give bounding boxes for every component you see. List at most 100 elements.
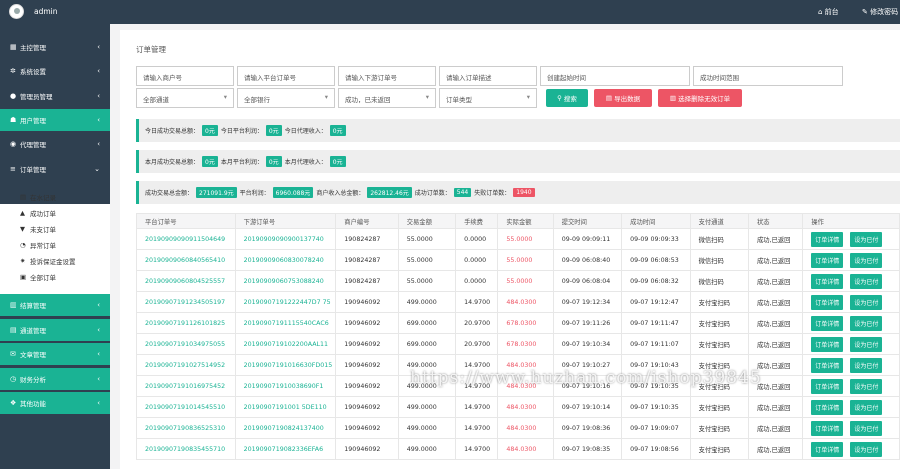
stat-value: 0元 [202,125,218,136]
sidebar-item-other[interactable]: ❖ 其他功能 ‹ [0,392,110,414]
submenu-item-abnormal[interactable]: ◔ 异常订单 [20,238,56,252]
mark-paid-button[interactable]: 设为已付 [850,231,883,247]
sidebar-item-agents[interactable]: ◉ 代理管理 ‹ [0,133,110,155]
table-row: 20190909060840565410 20190909060830078240… [136,249,900,271]
export-button[interactable]: ▤ 导出数据 [594,89,652,107]
submenu-item-deposit[interactable]: ✷ 投诉保证金设置 [20,254,76,268]
order-detail-button[interactable]: 订单详情 [811,399,844,415]
submenu-item-success[interactable]: ▲ 成功订单 [20,206,56,220]
avatar[interactable] [9,4,24,19]
sidebar-item-users[interactable]: ☗ 用户管理 ‹ [0,109,110,131]
table-cell[interactable]: 20190907191001 5DE110 [234,396,337,418]
table-cell[interactable]: 20190907191234505197 [136,291,236,313]
sidebar-item-settings[interactable]: ✲ 系统设置 ‹ [0,60,110,82]
table-row: 20190907191234505197 20190907191222447D7 … [136,291,900,313]
table-cell[interactable]: 20190907190836525310 [136,417,236,439]
mark-paid-button[interactable]: 设为已付 [850,420,883,436]
success-time-input[interactable]: 成功时间范围 [693,66,843,86]
sidebar-item-channels[interactable]: ▤ 通道管理 ‹ [0,319,110,341]
table-cell[interactable]: 2019090719082336EFA6 [234,438,337,460]
table-cell[interactable]: 20190907191027514952 [136,354,236,376]
stat-value: 0元 [265,125,282,136]
merchant-id-input[interactable]: 请输入商户号 [136,66,234,86]
sidebar-item-finance[interactable]: ◷ 财务分析 ‹ [0,368,110,390]
order-detail-button[interactable]: 订单详情 [811,231,844,247]
mark-paid-button[interactable]: 设为已付 [850,336,883,352]
order-detail-button[interactable]: 订单详情 [811,420,844,436]
table-cell[interactable]: 20190907191115540CAC6 [234,312,337,334]
create-time-input[interactable]: 创建起始时间 [540,66,690,86]
table-cell[interactable]: 20190907191014545510 [136,396,236,418]
delete-invalid-button[interactable]: ▥ 选择删除无效订单 [658,89,742,107]
sidebar-item-settlement[interactable]: ▥ 结算管理 ‹ [0,294,110,316]
mark-paid-button[interactable]: 设为已付 [850,399,883,415]
order-type-select[interactable]: 订单类型 [439,88,537,108]
table-cell[interactable]: 20190907190835455710 [136,438,236,460]
sidebar-item-admins[interactable]: ● 管理员管理 ‹ [0,85,110,107]
table-cell: 678.0300 [497,312,554,334]
stat-label: 成功订单数： [414,190,451,197]
chevron-icon: ‹ [97,399,100,407]
mark-paid-button[interactable]: 设为已付 [850,315,883,331]
table-cell: 支付宝扫码 [689,291,749,313]
order-detail-button[interactable]: 订单详情 [811,252,844,268]
table-cell[interactable]: 20190907191222447D7 75 [234,291,337,313]
article-icon: ✉ [10,350,16,358]
table-cell[interactable]: 20190907190824137400 [234,417,337,439]
table-cell[interactable]: 20190907191126101825 [136,312,236,334]
table-cell: 09-09 09:09:33 [621,228,691,250]
table-cell[interactable]: 201909071910038690F1 [234,375,337,397]
table-cell: 55.0000 [497,228,554,250]
mark-paid-button[interactable]: 设为已付 [850,252,883,268]
submenu-item-records[interactable]: ▤ 在水记录 [20,190,56,204]
table-row: 20190907191014545510 20190907191001 5DE11… [136,396,900,418]
submenu-label: 异常订单 [30,242,56,250]
mark-paid-button[interactable]: 设为已付 [850,294,883,310]
downstream-order-input[interactable]: 请输入下游订单号 [338,66,436,86]
table-cell: 09-09 09:09:11 [552,228,623,250]
order-detail-button[interactable]: 订单详情 [811,357,844,373]
status-select[interactable]: 成功，已未返回 [338,88,436,108]
sidebar-item-dashboard[interactable]: ▦ 主控管理 ‹ [0,36,110,58]
submenu-item-all[interactable]: ▣ 全部订单 [20,270,56,284]
table-cell[interactable]: 20190909090900137740 [234,228,337,250]
table-cell: 484.0300 [497,438,554,460]
table-cell[interactable]: 2019090719102200AAL11 [234,333,337,355]
table-cell: 14.9700 [455,396,499,418]
stat-label: 今日代理收入： [284,128,327,135]
table-cell: 190946092 [335,333,399,355]
doc-icon: ▥ [10,301,17,309]
order-detail-button[interactable]: 订单详情 [811,336,844,352]
submenu-label: 在水记录 [30,194,56,202]
table-cell[interactable]: 20190907191016975452 [136,375,236,397]
table-cell[interactable]: 20190909060830078240 [234,249,337,271]
sidebar-item-articles[interactable]: ✉ 文章管理 ‹ [0,343,110,365]
order-desc-input[interactable]: 请输入订单描述 [439,66,537,86]
table-cell[interactable]: 20190909060753088240 [234,270,337,292]
main-panel: 订单管理 请输入商户号 请输入平台订单号 请输入下游订单号 请输入订单描述 创建… [120,30,900,469]
mark-paid-button[interactable]: 设为已付 [850,441,883,457]
search-button[interactable]: ⚲ 搜索 [546,89,588,107]
table-cell[interactable]: 20190909060840565410 [136,249,236,271]
sidebar-item-orders[interactable]: ≡ 订单管理 ⌄ [0,158,110,180]
password-link[interactable]: ✎ 修改密码 [862,7,898,17]
bank-select[interactable]: 全部银行 [237,88,335,108]
platform-order-input[interactable]: 请输入平台订单号 [237,66,335,86]
table-cell[interactable]: 20190907191034975055 [136,333,236,355]
home-link[interactable]: ⌂ 前台 [818,7,839,17]
mark-paid-button[interactable]: 设为已付 [850,378,883,394]
table-cell[interactable]: 20190909090911504649 [136,228,236,250]
table-cell[interactable]: 20190909060804525557 [136,270,236,292]
order-detail-button[interactable]: 订单详情 [811,378,844,394]
order-detail-button[interactable]: 订单详情 [811,294,844,310]
table-cell[interactable]: 20190907191016630FD015 [234,354,337,376]
users-icon: ☗ [10,116,17,124]
order-detail-button[interactable]: 订单详情 [811,315,844,331]
chevron-icon: ‹ [97,326,100,334]
order-detail-button[interactable]: 订单详情 [811,441,844,457]
submenu-item-unpaid[interactable]: ▼ 未支订单 [20,222,56,236]
mark-paid-button[interactable]: 设为已付 [850,357,883,373]
channel-select[interactable]: 全部通道 [136,88,234,108]
order-detail-button[interactable]: 订单详情 [811,273,844,289]
mark-paid-button[interactable]: 设为已付 [850,273,883,289]
